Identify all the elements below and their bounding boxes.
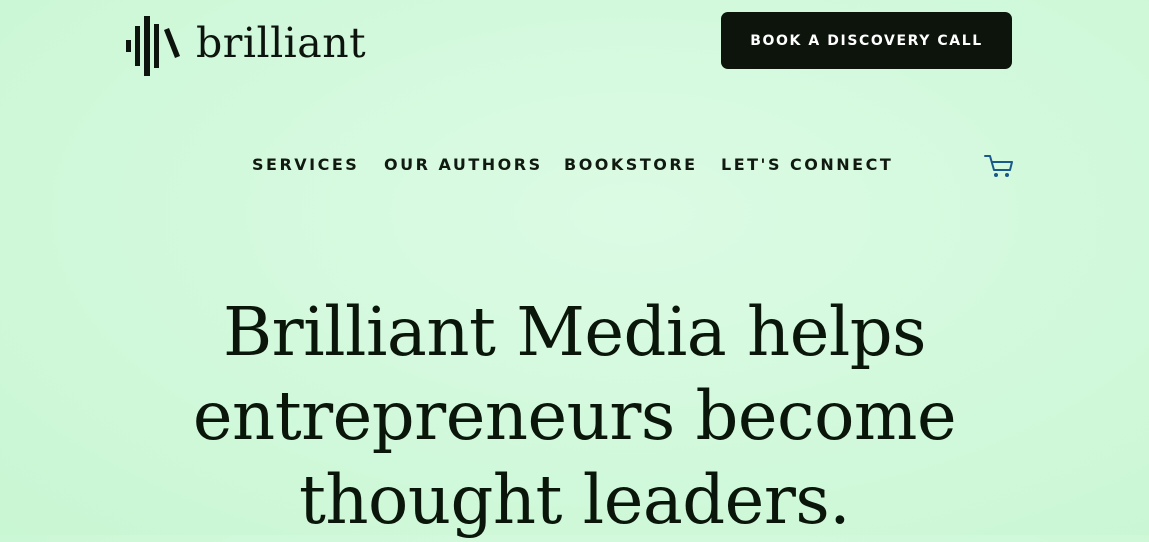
hero-line: thought leaders. <box>298 461 851 539</box>
brand-name: brilliant <box>196 19 367 67</box>
brand-logo-icon <box>126 16 180 76</box>
nav-item-bookstore[interactable]: BOOKSTORE <box>564 155 698 174</box>
brand-logo-link[interactable]: brilliant <box>126 16 366 76</box>
hero-headline: Brilliant Media helps entrepreneurs beco… <box>0 290 1149 542</box>
main-nav: SERVICES OUR AUTHORS BOOKSTORE LET'S CON… <box>0 155 1149 177</box>
nav-item-our-authors[interactable]: OUR AUTHORS <box>384 155 543 174</box>
book-discovery-call-button[interactable]: BOOK A DISCOVERY CALL <box>721 12 1012 69</box>
hero-line: Brilliant Media helps <box>222 293 927 371</box>
nav-item-services[interactable]: SERVICES <box>252 155 359 174</box>
nav-item-lets-connect[interactable]: LET'S CONNECT <box>721 155 893 174</box>
shopping-cart-icon[interactable] <box>984 154 1014 180</box>
hero-line: entrepreneurs become <box>192 377 957 455</box>
